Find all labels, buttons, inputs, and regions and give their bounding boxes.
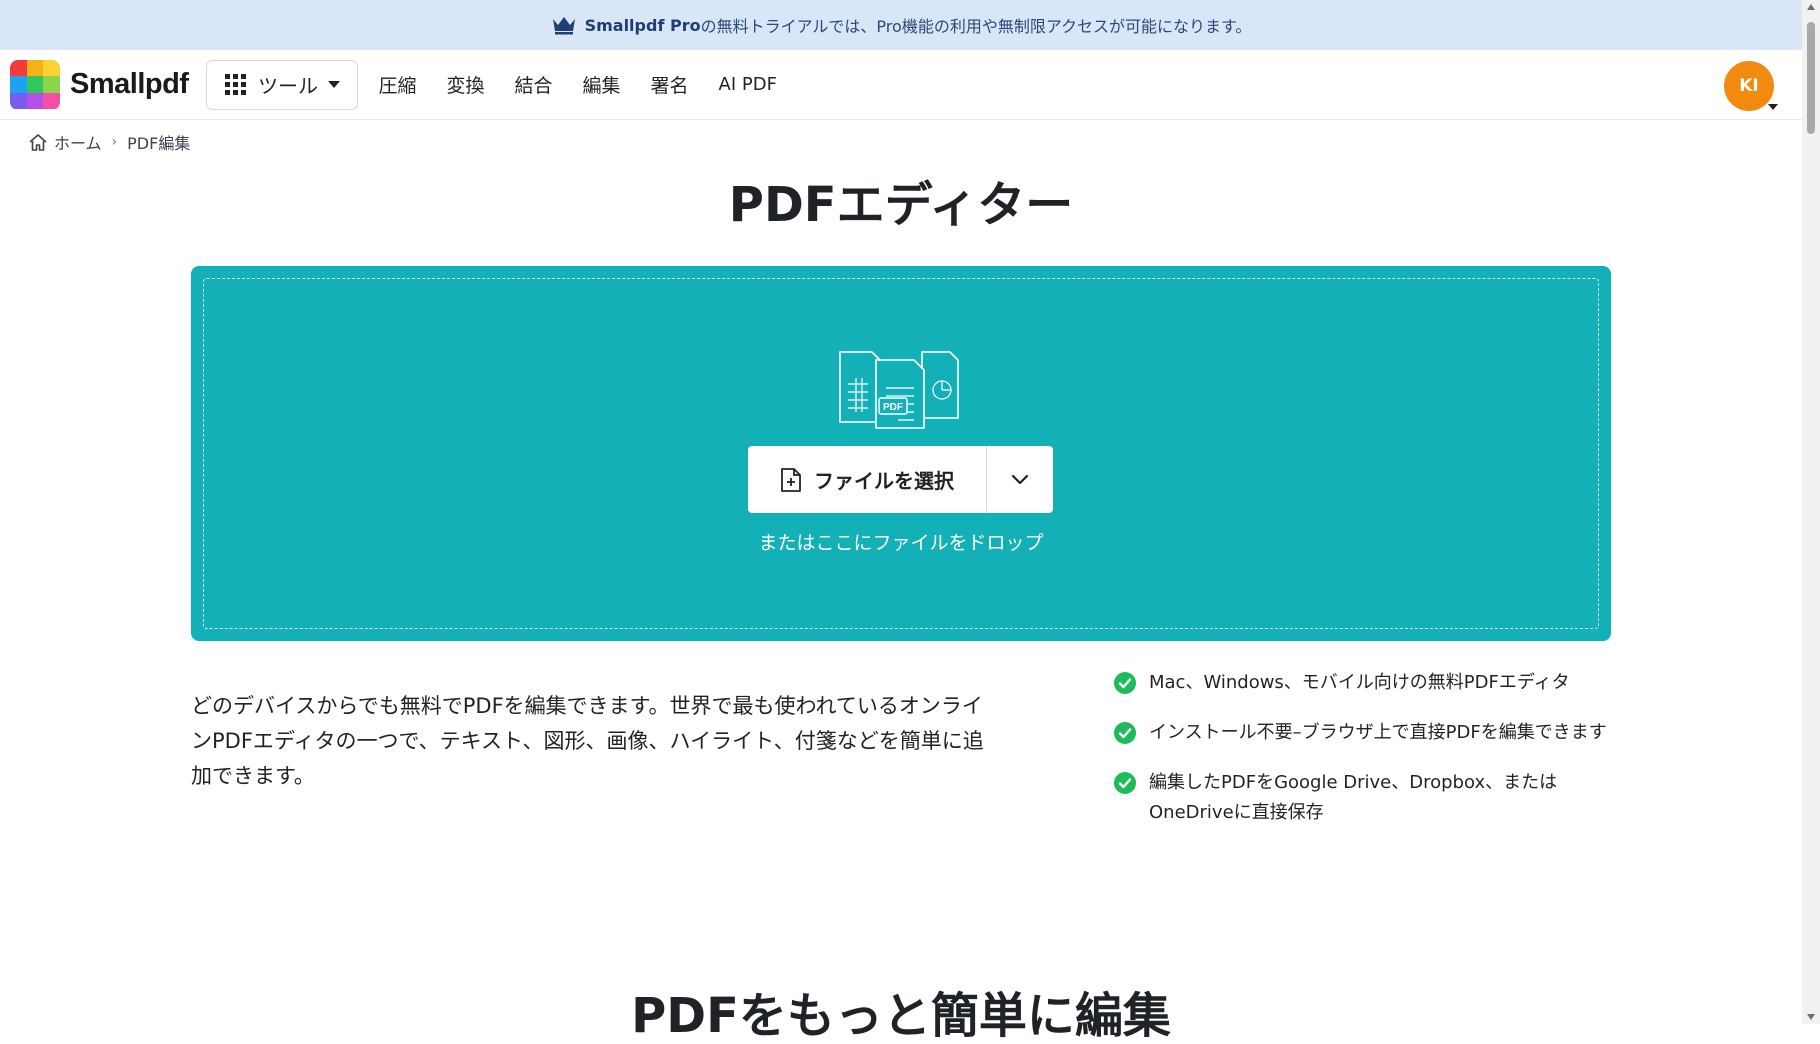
page-title: PDFエディター [728,177,1074,233]
file-add-icon [780,467,802,493]
breadcrumb-home[interactable]: ホーム [54,130,102,154]
user-avatar[interactable]: KI [1724,61,1774,111]
main-nav: 圧縮 変換 結合 編集 署名 AI PDF [378,71,807,98]
file-dropzone[interactable]: PDF ファイルを選択 またはここにファイルをドロップ [191,266,1611,641]
breadcrumb-current: PDF編集 [127,134,191,153]
caret-down-icon [327,81,340,88]
feature-text: 編集したPDFをGoogle Drive、Dropbox、またはOneDrive… [1149,772,1558,823]
nav-merge[interactable]: 結合 [515,71,553,98]
tools-label: ツール [257,74,318,98]
illustration-pdf-label: PDF [883,402,903,413]
feature-text: インストール不要–ブラウザ上で直接PDFを編集できます [1149,722,1607,743]
avatar-caret-icon[interactable] [1768,104,1778,110]
scrollbar-thumb[interactable] [1807,22,1815,134]
choose-file-label: ファイルを選択 [814,469,954,493]
grid-icon [224,74,246,95]
nav-convert[interactable]: 変換 [446,71,484,98]
files-illustration-icon: PDF [838,348,964,430]
choose-file-button[interactable]: ファイルを選択 [748,446,987,513]
promo-banner[interactable]: Smallpdf Pro の無料トライアルでは、Pro機能の利用や無制限アクセス… [0,0,1802,50]
breadcrumb-separator: › [111,134,118,150]
nav-compress[interactable]: 圧縮 [378,71,416,98]
logo-text: Smallpdf [70,68,189,100]
tools-menu-button[interactable]: ツール [206,59,359,110]
scroll-up-icon[interactable] [1807,4,1815,10]
check-circle-icon [1114,772,1136,794]
smallpdf-logo-icon [10,59,60,110]
chevron-down-icon [1011,474,1029,484]
feature-text: Mac、Windows、モバイル向けの無料PDFエディタ [1149,672,1570,693]
home-icon[interactable] [28,133,48,152]
feature-list: Mac、Windows、モバイル向けの無料PDFエディタ インストール不要–ブラ… [1114,668,1614,848]
feature-item: Mac、Windows、モバイル向けの無料PDFエディタ [1114,668,1614,698]
check-circle-icon [1114,722,1136,744]
check-circle-icon [1114,672,1136,694]
feature-item: インストール不要–ブラウザ上で直接PDFを編集できます [1114,718,1614,748]
promo-brand: Smallpdf Pro [584,15,701,35]
crown-icon [551,15,577,35]
choose-file-group: ファイルを選択 [748,446,1053,513]
promo-text: の無料トライアルでは、Pro機能の利用や無制限アクセスが可能になります。 [700,17,1252,36]
nav-edit[interactable]: 編集 [583,71,621,98]
tool-description: どのデバイスからでも無料でPDFを編集できます。世界で最も使われているオンライン… [191,694,984,788]
page-scrollbar[interactable] [1802,0,1820,1024]
nav-sign[interactable]: 署名 [651,71,689,98]
section-title: PDFをもっと簡単に編集 [631,988,1171,1044]
feature-item: 編集したPDFをGoogle Drive、Dropbox、またはOneDrive… [1114,768,1614,828]
drop-hint: またはここにファイルをドロップ [758,532,1044,554]
choose-source-dropdown[interactable] [987,446,1053,513]
scroll-down-icon[interactable] [1807,1014,1815,1020]
header: Smallpdf ツール 圧縮 変換 結合 編集 署名 AI PDF KI [0,50,1802,120]
logo[interactable]: Smallpdf [10,59,189,111]
breadcrumb: ホーム › PDF編集 [28,130,190,154]
nav-ai-pdf[interactable]: AI PDF [719,74,777,95]
